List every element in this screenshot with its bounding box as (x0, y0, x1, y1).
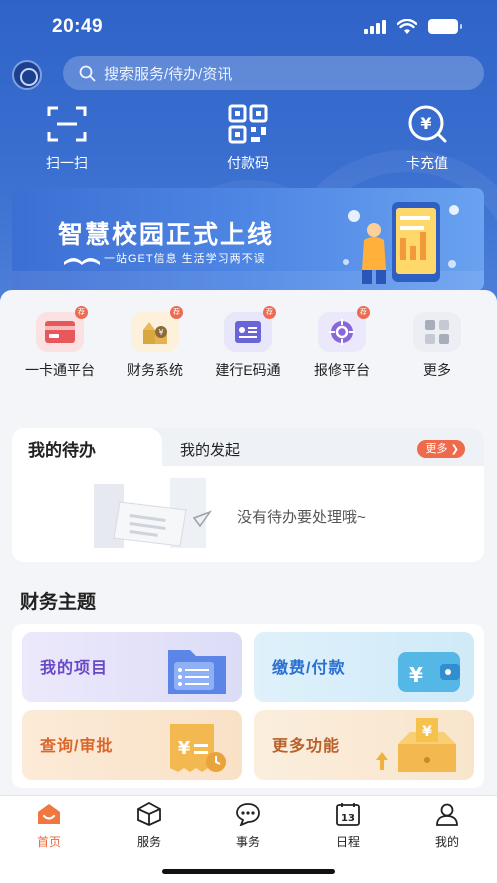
empty-state-illustration-icon (94, 478, 213, 548)
chevron-right-icon: ❯ (450, 444, 459, 455)
repair-icon (329, 319, 355, 345)
service-label: 更多 (423, 362, 451, 378)
service-icon-box: 荐 (36, 306, 88, 352)
svg-text:¥: ¥ (409, 663, 423, 687)
finance-panel: 我的项目 缴费/付款 ¥ 查询/审批 ¥ 更多功能 ¥ (12, 624, 484, 788)
banner-subtitle: 一站GET信息 生活学习两不误 (104, 253, 266, 265)
chat-icon (236, 803, 260, 827)
scan-label: 扫一扫 (46, 155, 88, 171)
book-icon (64, 258, 100, 265)
service-icon-box: 荐 (224, 306, 276, 352)
search-icon (79, 65, 96, 81)
scan-button[interactable]: 扫一扫 (22, 104, 112, 173)
tab-label: 首页 (36, 835, 61, 849)
tab-label: 事务 (235, 835, 260, 849)
tab-home[interactable]: 首页 (19, 802, 79, 850)
section-title: 财务主题 (20, 592, 97, 613)
tab-label: 日程 (335, 835, 360, 849)
cellular-signal-icon (364, 20, 386, 34)
card-recharge-button[interactable]: ¥ 卡充值 (382, 104, 472, 173)
service-card-platform[interactable]: 荐 一卡通平台 (15, 306, 105, 380)
service-more[interactable]: 更多 (392, 312, 482, 380)
more-functions-card[interactable]: 更多功能 ¥ (254, 710, 474, 780)
promo-banner[interactable]: 智慧校园正式上线 一站GET信息 生活学习两不误 (12, 188, 484, 291)
payment-card[interactable]: 缴费/付款 ¥ (254, 632, 474, 702)
user-icon (436, 803, 458, 826)
svg-text:¥: ¥ (158, 328, 163, 337)
card-label: 缴费/付款 (272, 660, 346, 677)
tab-my-initiated[interactable]: 我的发起 (180, 439, 240, 460)
status-bar: 20:49 (0, 14, 497, 40)
recommend-badge: 荐 (75, 306, 88, 319)
card-recharge-label: 卡充值 (406, 155, 448, 171)
payment-code-label: 付款码 (227, 155, 269, 171)
svg-text:¥: ¥ (178, 738, 191, 759)
tab-schedule[interactable]: 13 日程 (318, 802, 378, 850)
home-icon (38, 804, 60, 824)
todo-card: 我的待办 我的发起 更多 ❯ 没有待办要处理哦~ (12, 428, 484, 562)
service-icon-box (413, 312, 461, 352)
recommend-badge: 荐 (263, 306, 276, 319)
svg-text:¥: ¥ (420, 114, 431, 133)
payment-code-button[interactable]: 付款码 (203, 104, 293, 173)
service-icon-box: 荐 (318, 306, 370, 352)
service-icon-box: ¥ 荐 (131, 306, 183, 352)
card-label: 查询/审批 (40, 738, 114, 755)
tab-mine[interactable]: 我的 (417, 802, 477, 850)
search-placeholder: 搜索服务/待办/资讯 (104, 65, 233, 83)
scan-icon (47, 106, 87, 142)
e-code-icon (235, 321, 261, 343)
service-label: 建行E码通 (215, 362, 281, 378)
banner-illustration-icon (343, 202, 459, 284)
tab-label: 服务 (136, 835, 161, 849)
tab-affairs[interactable]: 事务 (218, 802, 278, 850)
todo-more-button[interactable]: 更多 ❯ (416, 440, 465, 458)
battery-icon (428, 19, 462, 34)
service-label: 报修平台 (314, 362, 370, 378)
home-indicator[interactable] (162, 869, 335, 874)
grid-more-icon (425, 320, 449, 344)
calendar-icon: 13 (336, 803, 360, 826)
qr-code-icon (228, 104, 268, 144)
wallet-icon: ¥ (398, 652, 460, 692)
my-projects-card[interactable]: 我的项目 (22, 632, 242, 702)
svg-text:¥: ¥ (422, 724, 432, 740)
status-time: 20:49 (52, 16, 104, 37)
card-label: 我的项目 (40, 660, 109, 677)
banner-title: 智慧校园正式上线 (58, 221, 275, 249)
card-label: 更多功能 (272, 738, 341, 755)
finance-icon: ¥ (143, 322, 167, 344)
recommend-badge: 荐 (170, 306, 183, 319)
service-ccb-e-code[interactable]: 荐 建行E码通 (203, 306, 293, 380)
cube-icon (137, 801, 161, 826)
card-icon (45, 321, 75, 343)
wifi-icon (397, 19, 417, 34)
tab-label: 我的 (434, 835, 459, 849)
recommend-badge: 荐 (357, 306, 370, 319)
service-label: 财务系统 (127, 362, 183, 378)
todo-more-label: 更多 (425, 443, 448, 455)
tab-my-todo[interactable]: 我的待办 (12, 428, 162, 466)
query-approval-card[interactable]: 查询/审批 ¥ (22, 710, 242, 780)
receipt-icon: ¥ (170, 724, 226, 772)
folder-icon (168, 650, 226, 694)
service-repair-platform[interactable]: 荐 报修平台 (297, 306, 387, 380)
empty-state-text: 没有待办要处理哦~ (237, 509, 366, 526)
school-logo-icon[interactable] (12, 60, 42, 90)
search-bar[interactable]: 搜索服务/待办/资讯 (63, 56, 484, 90)
yen-recharge-icon: ¥ (408, 105, 447, 143)
svg-text:13: 13 (341, 813, 355, 824)
service-finance-system[interactable]: ¥ 荐 财务系统 (110, 306, 200, 380)
box-icon: ¥ (376, 718, 456, 772)
service-label: 一卡通平台 (25, 362, 95, 378)
tab-services[interactable]: 服务 (119, 801, 179, 850)
